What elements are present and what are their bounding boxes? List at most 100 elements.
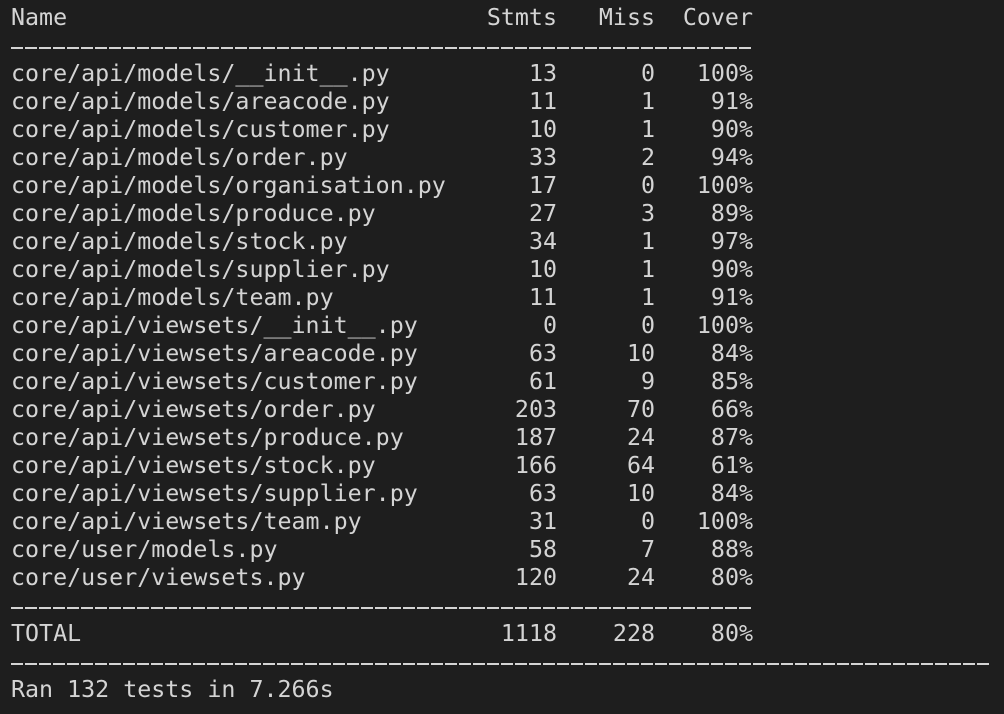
file-name: core/api/models/organisation.py	[11, 172, 446, 199]
miss-value: 1	[640, 116, 655, 143]
cover-value: 85%	[710, 368, 753, 395]
stmts-value: 13	[528, 60, 557, 87]
stmts-value: 11	[528, 88, 557, 115]
file-name: core/api/models/supplier.py	[11, 256, 390, 283]
cover-value: 87%	[710, 424, 753, 451]
file-name: core/api/models/__init__.py	[11, 60, 390, 87]
file-name: core/api/viewsets/order.py	[11, 396, 376, 423]
divider-line	[11, 592, 753, 620]
miss-value: 0	[640, 172, 655, 199]
file-name: core/user/viewsets.py	[11, 564, 306, 591]
cover-value: 88%	[710, 536, 753, 563]
stmts-value: 63	[528, 340, 557, 367]
file-name: core/api/viewsets/team.py	[11, 508, 362, 535]
miss-value: 1	[640, 284, 655, 311]
cover-value: 90%	[710, 116, 753, 143]
stmts-value: 27	[528, 200, 557, 227]
header-stmts: Stmts	[486, 4, 557, 31]
total-name: TOTAL	[11, 620, 82, 647]
stmts-value: 17	[528, 172, 557, 199]
file-name: core/api/models/areacode.py	[11, 88, 390, 115]
miss-value: 0	[640, 312, 655, 339]
coverage-row: core/api/models/areacode.py 11 1 91%	[11, 88, 991, 116]
header-miss: Miss	[598, 4, 655, 31]
stmts-value: 187	[514, 424, 557, 451]
stmts-value: 166	[514, 452, 557, 479]
miss-value: 9	[640, 368, 655, 395]
stmts-value: 11	[528, 284, 557, 311]
stmts-value: 10	[528, 116, 557, 143]
stmts-value: 58	[528, 536, 557, 563]
miss-value: 64	[626, 452, 655, 479]
header-cover: Cover	[682, 4, 753, 31]
coverage-row: core/api/viewsets/supplier.py 63 10 84%	[11, 480, 991, 508]
coverage-row: core/api/viewsets/team.py 31 0 100%	[11, 508, 991, 536]
coverage-row: core/api/models/supplier.py 10 1 90%	[11, 256, 991, 284]
file-name: core/api/viewsets/__init__.py	[11, 312, 418, 339]
stmts-value: 33	[528, 144, 557, 171]
coverage-row: core/api/models/customer.py 10 1 90%	[11, 116, 991, 144]
stmts-value: 120	[514, 564, 557, 591]
coverage-total-row: TOTAL 1118 228 80%	[11, 620, 991, 648]
miss-value: 0	[640, 508, 655, 535]
miss-value: 0	[640, 60, 655, 87]
stmts-value: 34	[528, 228, 557, 255]
header-name: Name	[11, 4, 68, 31]
cover-value: 97%	[710, 228, 753, 255]
test-summary: Ran 132 tests in 7.266s	[11, 676, 334, 703]
coverage-row: core/api/viewsets/areacode.py 63 10 84%	[11, 340, 991, 368]
cover-value: 100%	[696, 60, 753, 87]
stmts-value: 0	[542, 312, 557, 339]
miss-value: 1	[640, 228, 655, 255]
coverage-row: core/api/viewsets/__init__.py 0 0 100%	[11, 312, 991, 340]
cover-value: 91%	[710, 88, 753, 115]
miss-value: 2	[640, 144, 655, 171]
miss-value: 70	[626, 396, 655, 423]
coverage-row: core/api/viewsets/customer.py 61 9 85%	[11, 368, 991, 396]
coverage-row: core/api/viewsets/order.py 203 70 66%	[11, 396, 991, 424]
file-name: core/api/viewsets/customer.py	[11, 368, 418, 395]
cover-value: 89%	[710, 200, 753, 227]
miss-value: 10	[626, 480, 655, 507]
cover-value: 100%	[696, 508, 753, 535]
terminal-output: Name Stmts Miss Cover core/api/models/__…	[11, 4, 991, 704]
coverage-row: core/api/models/__init__.py 13 0 100%	[11, 60, 991, 88]
cover-value: 100%	[696, 312, 753, 339]
miss-value: 3	[640, 200, 655, 227]
coverage-row: core/user/models.py 58 7 88%	[11, 536, 991, 564]
cover-value: 66%	[710, 396, 753, 423]
coverage-row: core/api/models/organisation.py 17 0 100%	[11, 172, 991, 200]
total-stmts: 1118	[500, 620, 557, 647]
coverage-row: core/user/viewsets.py 120 24 80%	[11, 564, 991, 592]
cover-value: 80%	[710, 564, 753, 591]
file-name: core/api/viewsets/produce.py	[11, 424, 404, 451]
total-miss: 228	[612, 620, 655, 647]
stmts-value: 10	[528, 256, 557, 283]
cover-value: 90%	[710, 256, 753, 283]
miss-value: 7	[640, 536, 655, 563]
stmts-value: 61	[528, 368, 557, 395]
file-name: core/api/models/customer.py	[11, 116, 390, 143]
cover-value: 84%	[710, 480, 753, 507]
file-name: core/api/viewsets/stock.py	[11, 452, 376, 479]
coverage-row: core/api/viewsets/produce.py 187 24 87%	[11, 424, 991, 452]
stmts-value: 63	[528, 480, 557, 507]
cover-value: 94%	[710, 144, 753, 171]
file-name: core/user/models.py	[11, 536, 278, 563]
file-name: core/api/models/stock.py	[11, 228, 348, 255]
miss-value: 10	[626, 340, 655, 367]
miss-value: 1	[640, 88, 655, 115]
total-cover: 80%	[710, 620, 753, 647]
file-name: core/api/viewsets/areacode.py	[11, 340, 418, 367]
coverage-header-row: Name Stmts Miss Cover	[11, 4, 991, 32]
coverage-row: core/api/models/order.py 33 2 94%	[11, 144, 991, 172]
miss-value: 24	[626, 564, 655, 591]
file-name: core/api/viewsets/supplier.py	[11, 480, 418, 507]
divider-line	[11, 648, 991, 676]
coverage-rows: core/api/models/__init__.py 13 0 100% core/a…	[11, 60, 991, 592]
cover-value: 100%	[696, 172, 753, 199]
file-name: core/api/models/produce.py	[11, 200, 376, 227]
cover-value: 91%	[710, 284, 753, 311]
cover-value: 84%	[710, 340, 753, 367]
miss-value: 1	[640, 256, 655, 283]
